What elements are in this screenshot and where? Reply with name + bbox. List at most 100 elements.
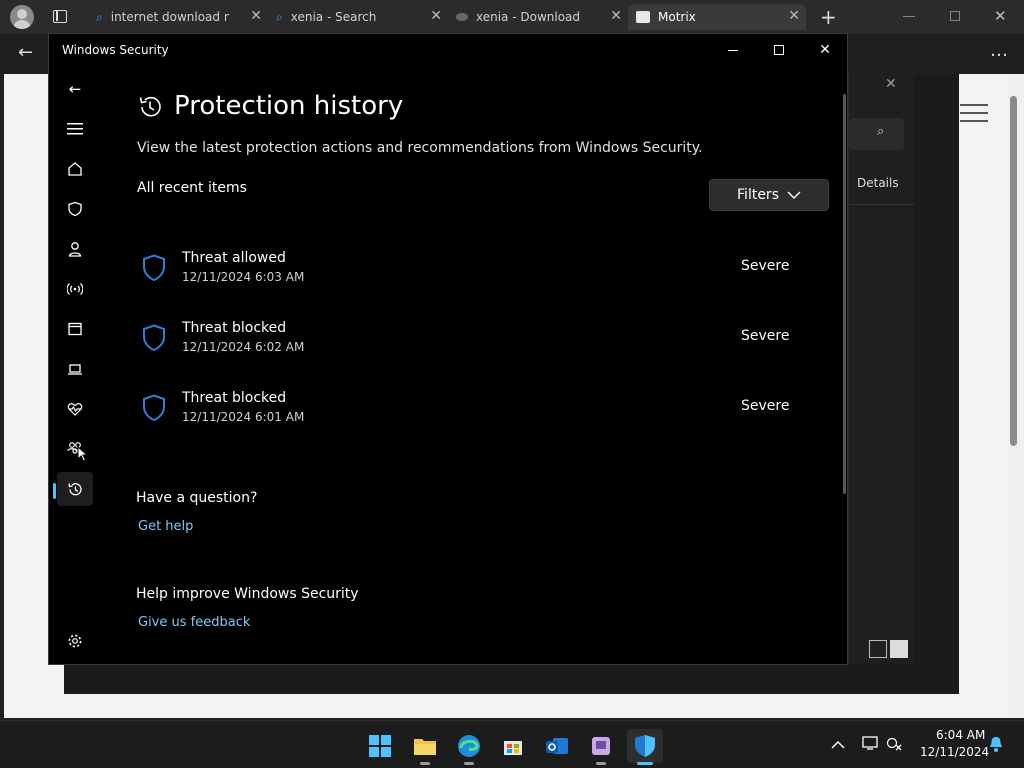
page-scrollbar-thumb[interactable] (1010, 96, 1017, 446)
browser-tab-bar: ⌕ internet download ma ✕ ⌕ xenia - Searc… (0, 0, 1024, 34)
list-view-icon[interactable] (869, 640, 887, 658)
background-dialog: ✕ ⌕ Details (848, 74, 915, 664)
search-icon: ⌕ (96, 9, 103, 24)
item-date: 12/11/2024 6:01 AM (182, 410, 305, 424)
close-icon[interactable]: ✕ (885, 76, 897, 92)
history-item[interactable]: Threat blocked 12/11/2024 6:01 AM Severe (137, 388, 797, 438)
edge-button[interactable] (451, 729, 487, 765)
history-item[interactable]: Threat blocked 12/11/2024 6:02 AM Severe (137, 318, 797, 368)
shield-icon (143, 324, 165, 352)
outlook-button[interactable] (539, 729, 575, 763)
item-title: Threat blocked (182, 320, 287, 336)
feedback-link[interactable]: Give us feedback (138, 615, 250, 630)
item-date: 12/11/2024 6:03 AM (182, 270, 305, 284)
close-tab-icon[interactable]: ✕ (250, 8, 262, 24)
nav-device-health[interactable] (57, 392, 93, 426)
more-options-icon[interactable]: … (990, 40, 1009, 61)
tab-title: xenia - Download (476, 10, 581, 24)
nav-account-protection[interactable] (57, 232, 93, 266)
browser-tab-active[interactable]: Motrix ✕ (628, 4, 806, 30)
nav-menu-button[interactable] (57, 112, 93, 146)
details-tab[interactable]: Details (857, 176, 899, 190)
store-button[interactable] (495, 729, 531, 763)
person-icon (68, 242, 82, 257)
nav-protection-history[interactable] (57, 472, 93, 506)
shield-icon (143, 394, 165, 422)
folder-icon (414, 739, 436, 755)
nav-settings[interactable] (57, 624, 93, 658)
window-scrollbar[interactable] (843, 94, 846, 494)
search-icon: ⌕ (877, 124, 885, 139)
profile-avatar[interactable] (10, 5, 34, 29)
nav-device-security[interactable] (57, 352, 93, 386)
search-icon: ⌕ (276, 9, 283, 24)
nav-virus-protection[interactable] (57, 192, 93, 226)
minimize-icon[interactable] (903, 16, 915, 17)
nav-home[interactable] (57, 152, 93, 186)
heart-pulse-icon (67, 403, 83, 416)
shield-icon (635, 735, 655, 757)
maximize-button[interactable] (756, 34, 802, 66)
back-arrow-icon[interactable]: ← (18, 42, 33, 63)
browser-tab[interactable]: xenia - Download ✕ (448, 4, 628, 30)
motrix-taskbar-button[interactable] (583, 729, 619, 765)
window-title: Windows Security (62, 43, 169, 57)
chevron-up-icon[interactable] (831, 735, 845, 749)
start-button[interactable] (362, 729, 398, 763)
maximize-icon (774, 45, 784, 55)
grid-view-icon[interactable] (890, 640, 908, 658)
taskbar-time[interactable]: 6:04 AM (936, 728, 985, 742)
nav-app-browser-control[interactable] (57, 312, 93, 346)
tab-title: internet download ma (110, 10, 229, 24)
filters-button[interactable]: Filters (709, 179, 829, 211)
item-severity: Severe (741, 328, 790, 344)
windows-security-taskbar-button[interactable] (627, 729, 663, 765)
taskbar-date[interactable]: 12/11/2024 (920, 745, 989, 759)
browser-tab[interactable]: ⌕ xenia - Search ✕ (268, 4, 448, 30)
browser-tab[interactable]: ⌕ internet download ma ✕ (88, 4, 268, 30)
filters-label: Filters (737, 187, 779, 203)
minimize-button[interactable] (710, 34, 756, 66)
question-heading: Have a question? (136, 490, 258, 506)
notification-bell-icon[interactable] (988, 735, 1004, 757)
chevron-down-icon (787, 191, 801, 199)
app-window-icon (68, 322, 82, 336)
close-tab-icon[interactable]: ✕ (788, 8, 800, 24)
file-explorer-button[interactable] (407, 729, 443, 765)
close-icon[interactable]: ✕ (994, 7, 1007, 25)
taskbar: 6:04 AM 12/11/2024 (0, 720, 1024, 768)
tab-actions-icon[interactable] (53, 10, 67, 23)
history-item[interactable]: Threat allowed 12/11/2024 6:03 AM Severe (137, 248, 797, 298)
restore-icon[interactable] (950, 11, 960, 21)
network-icon[interactable] (886, 735, 902, 755)
nav-selection-indicator (53, 483, 56, 499)
app-icon (592, 737, 610, 755)
search-field[interactable]: ⌕ (849, 118, 904, 150)
hamburger-icon[interactable] (960, 102, 988, 124)
close-button[interactable]: ✕ (802, 34, 848, 66)
improve-heading: Help improve Windows Security (136, 586, 359, 602)
minimize-icon (728, 49, 738, 51)
get-help-link[interactable]: Get help (138, 519, 193, 534)
history-icon (67, 482, 82, 495)
app-icon (636, 11, 650, 23)
shield-icon (68, 201, 82, 217)
laptop-icon (68, 364, 82, 375)
tab-title: xenia - Search (290, 10, 377, 24)
display-icon[interactable] (862, 735, 878, 755)
globe-icon (456, 13, 468, 21)
windows-logo-icon (369, 735, 391, 757)
history-icon (139, 96, 161, 117)
new-tab-button[interactable]: + (820, 5, 837, 29)
close-tab-icon[interactable]: ✕ (610, 8, 622, 24)
close-tab-icon[interactable]: ✕ (430, 8, 442, 24)
nav-firewall[interactable] (57, 272, 93, 306)
wireless-signal-icon (67, 283, 83, 295)
item-date: 12/11/2024 6:02 AM (182, 340, 305, 354)
section-label: All recent items (137, 180, 247, 196)
item-severity: Severe (741, 258, 790, 274)
gear-icon (68, 634, 82, 648)
back-arrow-icon: ← (68, 80, 82, 98)
nav-family-options[interactable] (57, 432, 93, 466)
nav-back-button[interactable]: ← (57, 72, 93, 106)
